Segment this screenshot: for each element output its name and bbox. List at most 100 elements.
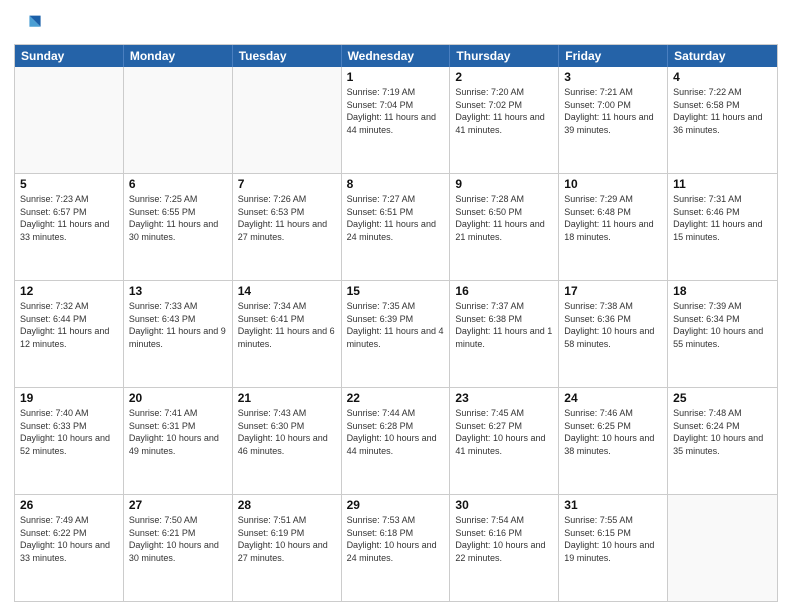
day-cell-22: 22 Sunrise: 7:44 AMSunset: 6:28 PMDayligh… [342,388,451,494]
day-cell-5: 5 Sunrise: 7:23 AMSunset: 6:57 PMDaylight… [15,174,124,280]
day-cell-19: 19 Sunrise: 7:40 AMSunset: 6:33 PMDayligh… [15,388,124,494]
day-cell-empty-0-0 [15,67,124,173]
day-cell-23: 23 Sunrise: 7:45 AMSunset: 6:27 PMDayligh… [450,388,559,494]
calendar-row-4: 19 Sunrise: 7:40 AMSunset: 6:33 PMDayligh… [15,387,777,494]
cell-info: Sunrise: 7:31 AMSunset: 6:46 PMDaylight:… [673,193,772,243]
cell-info: Sunrise: 7:44 AMSunset: 6:28 PMDaylight:… [347,407,445,457]
day-number: 19 [20,391,118,405]
day-cell-7: 7 Sunrise: 7:26 AMSunset: 6:53 PMDaylight… [233,174,342,280]
cell-info: Sunrise: 7:50 AMSunset: 6:21 PMDaylight:… [129,514,227,564]
day-cell-24: 24 Sunrise: 7:46 AMSunset: 6:25 PMDayligh… [559,388,668,494]
day-cell-9: 9 Sunrise: 7:28 AMSunset: 6:50 PMDaylight… [450,174,559,280]
cell-info: Sunrise: 7:43 AMSunset: 6:30 PMDaylight:… [238,407,336,457]
cell-info: Sunrise: 7:53 AMSunset: 6:18 PMDaylight:… [347,514,445,564]
day-number: 12 [20,284,118,298]
day-cell-16: 16Sunrise: 7:37 AMSunset: 6:38 PMDayligh… [450,281,559,387]
cell-info: Sunrise: 7:28 AMSunset: 6:50 PMDaylight:… [455,193,553,243]
day-cell-29: 29 Sunrise: 7:53 AMSunset: 6:18 PMDayligh… [342,495,451,601]
day-number: 18 [673,284,772,298]
page: SundayMondayTuesdayWednesdayThursdayFrid… [0,0,792,612]
cell-info: Sunrise: 7:51 AMSunset: 6:19 PMDaylight:… [238,514,336,564]
day-number: 1 [347,70,445,84]
day-number: 7 [238,177,336,191]
day-number: 9 [455,177,553,191]
cell-info: Sunrise: 7:45 AMSunset: 6:27 PMDaylight:… [455,407,553,457]
day-number: 23 [455,391,553,405]
day-number: 16 [455,284,553,298]
day-cell-21: 21Sunrise: 7:43 AMSunset: 6:30 PMDayligh… [233,388,342,494]
cell-info: Sunrise: 7:26 AMSunset: 6:53 PMDaylight:… [238,193,336,243]
day-cell-4: 4 Sunrise: 7:22 AMSunset: 6:58 PMDaylight… [668,67,777,173]
header [14,10,778,38]
day-cell-10: 10 Sunrise: 7:29 AMSunset: 6:48 PMDayligh… [559,174,668,280]
day-number: 24 [564,391,662,405]
day-number: 25 [673,391,772,405]
weekday-header-wednesday: Wednesday [342,45,451,67]
day-cell-11: 11 Sunrise: 7:31 AMSunset: 6:46 PMDayligh… [668,174,777,280]
calendar: SundayMondayTuesdayWednesdayThursdayFrid… [14,44,778,602]
day-number: 29 [347,498,445,512]
cell-info: Sunrise: 7:19 AMSunset: 7:04 PMDaylight:… [347,86,445,136]
calendar-body: 1 Sunrise: 7:19 AMSunset: 7:04 PMDaylight… [15,67,777,601]
day-cell-8: 8 Sunrise: 7:27 AMSunset: 6:51 PMDaylight… [342,174,451,280]
cell-info: Sunrise: 7:27 AMSunset: 6:51 PMDaylight:… [347,193,445,243]
cell-info: Sunrise: 7:29 AMSunset: 6:48 PMDaylight:… [564,193,662,243]
day-cell-18: 18 Sunrise: 7:39 AMSunset: 6:34 PMDayligh… [668,281,777,387]
calendar-header: SundayMondayTuesdayWednesdayThursdayFrid… [15,45,777,67]
cell-info: Sunrise: 7:40 AMSunset: 6:33 PMDaylight:… [20,407,118,457]
weekday-header-saturday: Saturday [668,45,777,67]
day-number: 31 [564,498,662,512]
day-number: 8 [347,177,445,191]
cell-info: Sunrise: 7:48 AMSunset: 6:24 PMDaylight:… [673,407,772,457]
weekday-header-friday: Friday [559,45,668,67]
weekday-header-tuesday: Tuesday [233,45,342,67]
day-number: 26 [20,498,118,512]
cell-info: Sunrise: 7:33 AMSunset: 6:43 PMDaylight:… [129,300,227,350]
calendar-row-1: 1 Sunrise: 7:19 AMSunset: 7:04 PMDaylight… [15,67,777,173]
weekday-header-sunday: Sunday [15,45,124,67]
day-number: 20 [129,391,227,405]
cell-info: Sunrise: 7:32 AMSunset: 6:44 PMDaylight:… [20,300,118,350]
day-cell-empty-0-2 [233,67,342,173]
day-number: 5 [20,177,118,191]
cell-info: Sunrise: 7:49 AMSunset: 6:22 PMDaylight:… [20,514,118,564]
day-cell-6: 6Sunrise: 7:25 AMSunset: 6:55 PMDaylight… [124,174,233,280]
cell-info: Sunrise: 7:35 AMSunset: 6:39 PMDaylight:… [347,300,445,350]
cell-info: Sunrise: 7:21 AMSunset: 7:00 PMDaylight:… [564,86,662,136]
day-cell-15: 15 Sunrise: 7:35 AMSunset: 6:39 PMDayligh… [342,281,451,387]
day-cell-30: 30Sunrise: 7:54 AMSunset: 6:16 PMDayligh… [450,495,559,601]
day-cell-13: 13Sunrise: 7:33 AMSunset: 6:43 PMDayligh… [124,281,233,387]
day-number: 15 [347,284,445,298]
cell-info: Sunrise: 7:46 AMSunset: 6:25 PMDaylight:… [564,407,662,457]
day-number: 27 [129,498,227,512]
day-cell-26: 26 Sunrise: 7:49 AMSunset: 6:22 PMDayligh… [15,495,124,601]
day-number: 22 [347,391,445,405]
cell-info: Sunrise: 7:55 AMSunset: 6:15 PMDaylight:… [564,514,662,564]
day-number: 3 [564,70,662,84]
day-number: 2 [455,70,553,84]
day-cell-14: 14Sunrise: 7:34 AMSunset: 6:41 PMDayligh… [233,281,342,387]
day-cell-27: 27 Sunrise: 7:50 AMSunset: 6:21 PMDayligh… [124,495,233,601]
day-cell-31: 31 Sunrise: 7:55 AMSunset: 6:15 PMDayligh… [559,495,668,601]
cell-info: Sunrise: 7:20 AMSunset: 7:02 PMDaylight:… [455,86,553,136]
weekday-header-monday: Monday [124,45,233,67]
day-cell-empty-4-6 [668,495,777,601]
day-number: 4 [673,70,772,84]
cell-info: Sunrise: 7:22 AMSunset: 6:58 PMDaylight:… [673,86,772,136]
calendar-row-3: 12 Sunrise: 7:32 AMSunset: 6:44 PMDayligh… [15,280,777,387]
day-number: 6 [129,177,227,191]
day-number: 28 [238,498,336,512]
day-number: 11 [673,177,772,191]
cell-info: Sunrise: 7:23 AMSunset: 6:57 PMDaylight:… [20,193,118,243]
cell-info: Sunrise: 7:39 AMSunset: 6:34 PMDaylight:… [673,300,772,350]
day-cell-2: 2 Sunrise: 7:20 AMSunset: 7:02 PMDaylight… [450,67,559,173]
logo-icon [14,10,42,38]
calendar-row-2: 5 Sunrise: 7:23 AMSunset: 6:57 PMDaylight… [15,173,777,280]
cell-info: Sunrise: 7:34 AMSunset: 6:41 PMDaylight:… [238,300,336,350]
day-cell-25: 25 Sunrise: 7:48 AMSunset: 6:24 PMDayligh… [668,388,777,494]
day-cell-empty-0-1 [124,67,233,173]
day-number: 30 [455,498,553,512]
day-number: 17 [564,284,662,298]
day-number: 10 [564,177,662,191]
day-cell-28: 28 Sunrise: 7:51 AMSunset: 6:19 PMDayligh… [233,495,342,601]
